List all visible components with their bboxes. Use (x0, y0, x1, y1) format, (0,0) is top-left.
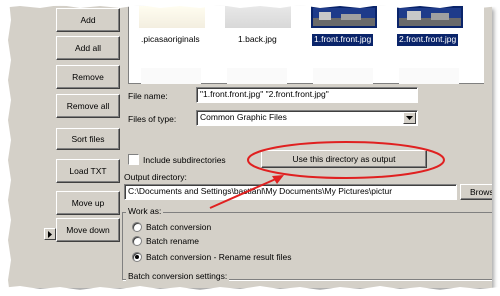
remove-button[interactable]: Remove (56, 65, 120, 89)
move-up-button[interactable]: Move up (56, 191, 120, 215)
use-directory-button[interactable]: Use this directory as output (261, 150, 427, 168)
batch-rename-label[interactable]: Batch rename (146, 236, 199, 246)
add-all-button[interactable]: Add all (56, 36, 120, 60)
image-thumbnail[interactable] (397, 6, 463, 28)
thumbnail-label[interactable]: 2.front.front.jpg (397, 34, 459, 46)
output-directory-input[interactable]: C:\Documents and Settings\bastianl\My Do… (124, 184, 457, 200)
file-name-input[interactable]: "1.front.front.jpg" "2.front.front.jpg" (196, 87, 418, 103)
browse-button[interactable]: Browse (460, 184, 492, 200)
files-of-type-label: Files of type: (128, 114, 177, 124)
image-thumbnail[interactable] (311, 6, 377, 28)
batch-conversion-rename-radio[interactable] (132, 252, 142, 262)
dialog-panel: Add Add all Remove Remove all Sort files… (8, 6, 492, 288)
image-thumbnail[interactable] (141, 68, 201, 84)
image-thumbnail[interactable] (399, 68, 459, 84)
photo-icon (399, 11, 461, 26)
photo-icon (313, 12, 375, 26)
remove-all-button[interactable]: Remove all (56, 94, 120, 118)
files-of-type-select[interactable]: Common Graphic Files (196, 110, 418, 126)
move-down-button[interactable]: Move down (56, 218, 120, 242)
file-name-label: File name: (128, 91, 168, 101)
chevron-down-icon[interactable] (403, 112, 416, 124)
batch-conversion-label[interactable]: Batch conversion (146, 222, 211, 232)
batch-rename-radio[interactable] (132, 236, 142, 246)
load-txt-button[interactable]: Load TXT (56, 159, 120, 183)
thumbnail-label[interactable]: 1.back.jpg (236, 34, 279, 46)
image-thumbnail[interactable] (313, 68, 373, 84)
sort-files-button[interactable]: Sort files (56, 128, 120, 150)
work-as-title: Work as: (126, 206, 164, 216)
thumbnail-label[interactable]: 1.front.front.jpg (312, 34, 374, 46)
files-of-type-value: Common Graphic Files (200, 112, 287, 122)
play-right-icon (48, 230, 52, 238)
add-button[interactable]: Add (56, 8, 120, 32)
image-thumbnail[interactable] (227, 68, 287, 84)
output-directory-label: Output directory: (124, 172, 187, 182)
batch-settings-title: Batch conversion settings: (126, 271, 230, 281)
image-thumbnail[interactable] (225, 6, 291, 28)
batch-conversion-rename-label[interactable]: Batch conversion - Rename result files (146, 252, 292, 262)
folder-thumbnail[interactable] (139, 6, 205, 28)
include-subdirectories-checkbox[interactable] (128, 154, 139, 165)
move-arrow-button[interactable] (44, 228, 56, 240)
thumbnail-label[interactable]: .picasaoriginals (139, 34, 202, 46)
include-subdirectories-label[interactable]: Include subdirectories (143, 155, 226, 165)
thumbnail-pane[interactable]: .picasaoriginals 1.back.jpg 1.front.fron… (128, 6, 484, 84)
batch-conversion-radio[interactable] (132, 222, 142, 232)
